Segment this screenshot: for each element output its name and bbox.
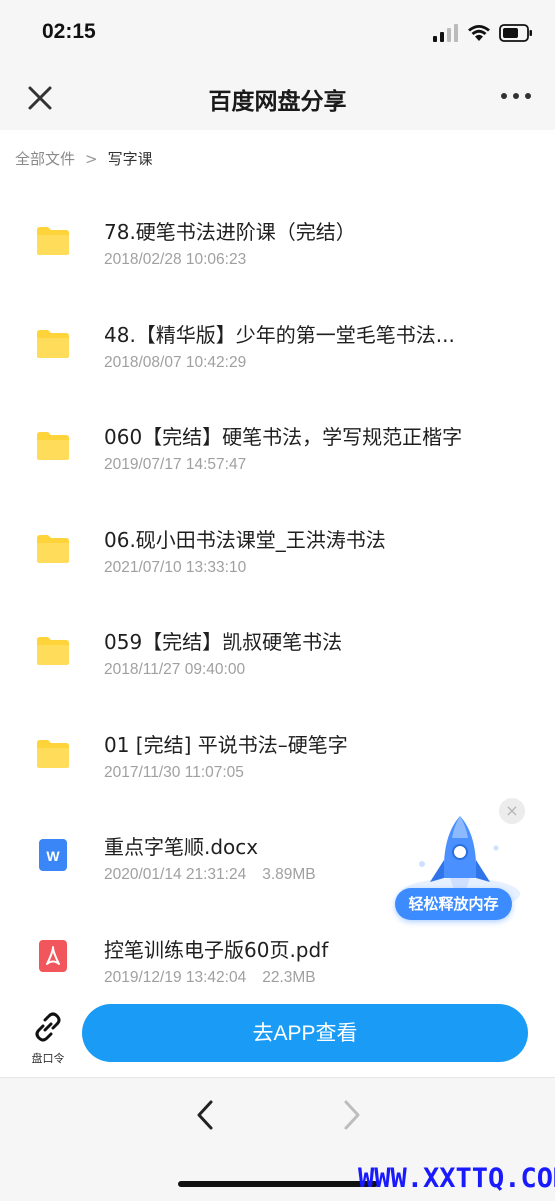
battery-icon [499, 24, 532, 42]
status-bar: 02:15 [0, 0, 555, 64]
file-date: 2018/11/27 09:40:00 [104, 661, 246, 678]
breadcrumb: 全部文件 > 写字课 [15, 148, 153, 169]
word-doc-icon: W [36, 839, 70, 871]
file-date: 2020/01/14 21:31:24 [104, 866, 247, 883]
more-icon[interactable] [499, 88, 533, 104]
folder-icon [36, 636, 70, 666]
file-name: 059【完结】凯叔硬笔书法 [104, 630, 343, 654]
breadcrumb-root[interactable]: 全部文件 [15, 148, 75, 169]
page-title: 百度网盘分享 [208, 89, 347, 115]
folder-icon [36, 534, 70, 564]
file-date: 2019/12/19 13:42:04 [104, 968, 247, 986]
folder-icon [36, 329, 70, 359]
breadcrumb-separator: > [85, 149, 98, 168]
file-meta: 2019/12/19 13:42:04 22.3MB [104, 969, 316, 987]
file-name: 78.硬笔书法进阶课（完结） [104, 220, 356, 244]
watermark: WWW.XXTTQ.COM [358, 1163, 555, 1194]
wifi-icon [468, 25, 490, 41]
folder-icon [36, 431, 70, 461]
file-date: 2017/11/30 11:07:05 [104, 763, 244, 781]
signal-icon [433, 24, 458, 42]
back-arrow-icon[interactable] [193, 1098, 219, 1132]
file-meta: 2018/02/28 10:06:23 [104, 251, 246, 269]
open-app-button[interactable]: 去APP查看 [82, 1004, 528, 1062]
file-date: 2018/08/07 10:42:29 [104, 353, 247, 371]
file-date: 2018/02/28 10:06:23 [104, 251, 247, 268]
file-name: 控笔训练电子版60页.pdf [104, 937, 329, 962]
file-list-item[interactable]: 01 [完结] 平说书法–硬笔字 2017/11/30 11:07:05 [0, 693, 555, 796]
file-meta: 2018/08/07 10:42:29 [104, 354, 246, 372]
pdf-icon [36, 939, 70, 974]
file-list-item[interactable]: 48.【精华版】少年的第一堂毛笔书法... 2018/08/07 10:42:29 [0, 283, 555, 386]
promo-close-button[interactable]: × [499, 798, 525, 824]
home-indicator [178, 1181, 378, 1187]
file-name: 06.砚小田书法课堂_王洪涛书法 [104, 527, 386, 552]
folder-icon [36, 226, 70, 256]
nav-bar: 百度网盘分享 [0, 64, 555, 130]
svg-text:W: W [46, 848, 60, 864]
file-list-item[interactable]: 78.硬笔书法进阶课（完结） 2018/02/28 10:06:23 [0, 180, 555, 283]
file-meta: 2021/07/10 13:33:10 [104, 559, 246, 577]
file-size: 22.3MB [262, 968, 316, 986]
file-name: 重点字笔顺.docx [104, 835, 259, 859]
file-date: 2019/07/17 14:57:47 [104, 456, 247, 473]
file-meta: 2020/01/14 21:31:24 3.89MB [104, 866, 316, 884]
file-meta: 2018/11/27 09:40:00 [104, 661, 245, 679]
file-list-item[interactable]: 060【完结】硬笔书法，学写规范正楷字 2019/07/17 14:57:47 [0, 385, 555, 488]
file-date: 2021/07/10 13:33:10 [104, 558, 247, 576]
link-code-label: 盘口令 [31, 1052, 65, 1065]
forward-arrow-icon[interactable] [338, 1098, 364, 1132]
status-icons [433, 24, 533, 42]
file-name: 01 [完结] 平说书法–硬笔字 [104, 732, 348, 757]
file-meta: 2017/11/30 11:07:05 [104, 764, 244, 782]
breadcrumb-current: 写字课 [107, 150, 153, 168]
file-meta: 2019/07/17 14:57:47 [104, 456, 246, 474]
file-name: 48.【精华版】少年的第一堂毛笔书法... [104, 322, 455, 347]
promo-label[interactable]: 轻松释放内存 [395, 888, 512, 920]
link-icon [35, 1012, 61, 1042]
file-list-item[interactable]: 06.砚小田书法课堂_王洪涛书法 2021/07/10 13:33:10 [0, 488, 555, 591]
file-list-item[interactable]: 059【完结】凯叔硬笔书法 2018/11/27 09:40:00 [0, 590, 555, 693]
link-code-button[interactable]: 盘口令 [27, 1010, 69, 1066]
folder-icon [36, 739, 70, 769]
status-time: 02:15 [42, 20, 96, 43]
file-name: 060【完结】硬笔书法，学写规范正楷字 [104, 425, 463, 449]
file-size: 3.89MB [262, 866, 316, 883]
